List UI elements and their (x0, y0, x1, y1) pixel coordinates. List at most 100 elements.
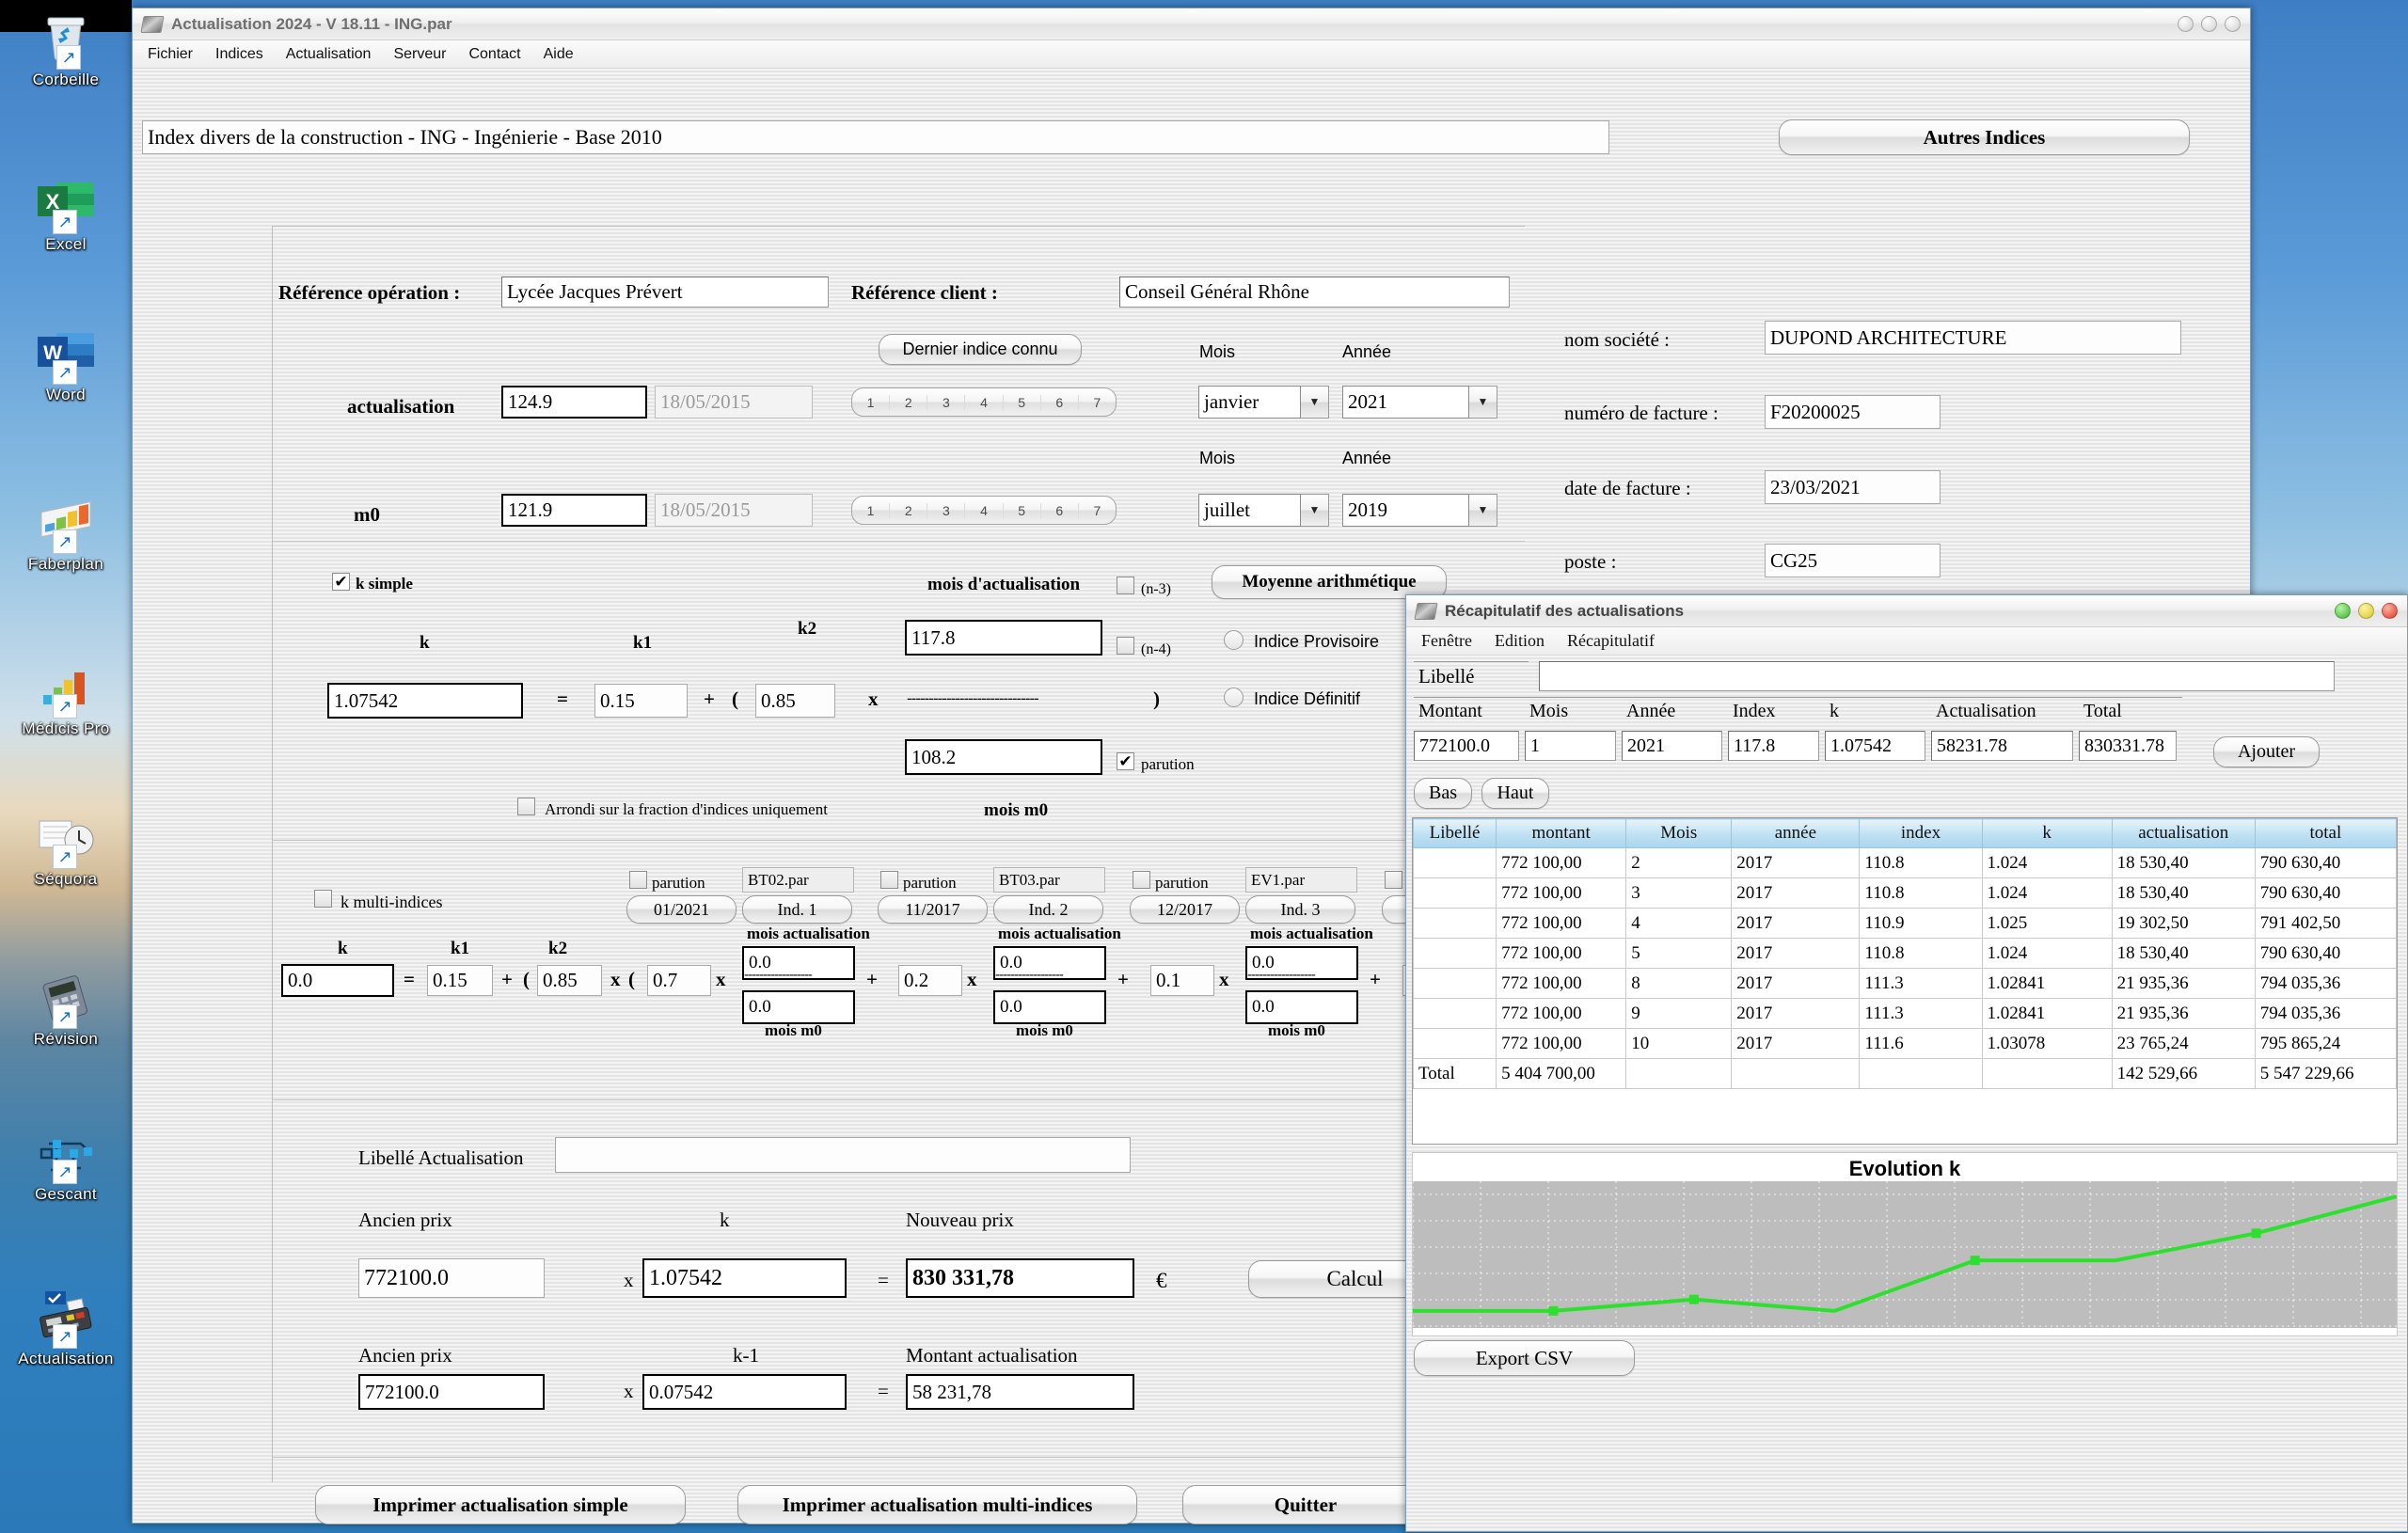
m0-mois-select[interactable]: juillet ▼ (1198, 494, 1329, 527)
period-button-3[interactable]: 12/2017 (1130, 895, 1240, 924)
arrondi-checkbox[interactable] (517, 798, 535, 815)
m0-spinner[interactable]: 1234567 (851, 496, 1117, 525)
period-button-2[interactable]: 11/2017 (878, 895, 988, 924)
main-menubar[interactable]: Fichier Indices Actualisation Serveur Contac… (133, 40, 2250, 69)
denominator-1[interactable]: 0.0 (742, 990, 855, 1024)
desktop-icon-excel[interactable]: X ↗ Excel (0, 174, 132, 254)
menu-item-fichier[interactable]: Fichier (148, 46, 193, 63)
table-header-total[interactable]: total (2254, 818, 2397, 848)
table-row[interactable]: 772 100,00 10 2017 111.6 1.03078 23 765,24 795… (1413, 1028, 2397, 1059)
quitter-button[interactable]: Quitter (1182, 1485, 1429, 1525)
libelle-actualisation-input[interactable] (555, 1137, 1131, 1173)
denominator-2[interactable]: 0.0 (993, 990, 1106, 1024)
k2-input[interactable]: 0.85 (755, 684, 835, 718)
index-denominator-input[interactable]: 108.2 (905, 739, 1102, 775)
k1-multi-input[interactable]: 0.15 (427, 965, 493, 996)
export-csv-button[interactable]: Export CSV (1414, 1340, 1635, 1376)
spinner-digit-5[interactable]: 5 (1004, 502, 1041, 518)
dernier-indice-button[interactable]: Dernier indice connu (879, 334, 1082, 365)
spinner-digit-2[interactable]: 2 (890, 502, 928, 518)
desktop-icon-actualisation[interactable]: ↗ Actualisation (0, 1288, 132, 1368)
k-multi-result-input[interactable]: 0.0 (281, 964, 394, 997)
table-row[interactable]: 772 100,00 3 2017 110.8 1.024 18 530,40 790 63… (1413, 877, 2397, 909)
table-header-libell[interactable]: Libellé (1413, 818, 1497, 848)
m0-annee-select[interactable]: 2019 ▼ (1342, 494, 1497, 527)
haut-button[interactable]: Haut (1481, 778, 1549, 809)
parution-checkbox-2[interactable] (880, 871, 898, 889)
table-header-mois[interactable]: Mois (1625, 818, 1733, 848)
ancien-prix-input-1[interactable]: 772100.0 (358, 1258, 545, 1298)
table-header-anne[interactable]: année (1731, 818, 1861, 848)
spinner-digit-7[interactable]: 7 (1079, 503, 1116, 518)
ref-client-input[interactable]: Conseil Général Rhône (1119, 277, 1510, 308)
date-facture-input[interactable]: 23/03/2021 (1765, 470, 1941, 504)
spinner-digit-5[interactable]: 5 (1004, 394, 1041, 410)
period-button-1[interactable]: 01/2021 (626, 895, 737, 924)
parution-checkbox-4[interactable] (1385, 871, 1402, 889)
numero-facture-input[interactable]: F20200025 (1765, 395, 1941, 429)
entry-value-3[interactable]: 117.8 (1728, 731, 1819, 761)
minimize-button[interactable] (2178, 16, 2194, 32)
indice-button-1[interactable]: Ind. 1 (742, 895, 852, 924)
k-simple-checkbox[interactable]: ✔ (332, 573, 350, 591)
menu-item-serveur[interactable]: Serveur (393, 46, 446, 63)
coefficient-2[interactable]: 0.2 (898, 965, 962, 996)
desktop-icon-s-quora[interactable]: ↗ Séquora (0, 809, 132, 889)
minimize-button[interactable] (2335, 603, 2351, 619)
entry-value-6[interactable]: 830331.78 (2079, 731, 2177, 761)
entry-value-0[interactable]: 772100.0 (1414, 731, 1519, 761)
table-header-montant[interactable]: montant (1496, 818, 1627, 848)
desktop-icon-r-vision[interactable]: ↗ Révision (0, 969, 132, 1049)
indice-button-3[interactable]: Ind. 3 (1245, 895, 1355, 924)
desktop-icon-corbeille[interactable]: ↗ Corbeille (0, 9, 132, 89)
k-multi-checkbox[interactable] (314, 890, 332, 908)
spinner-digit-4[interactable]: 4 (965, 502, 1004, 518)
desktop-icon-word[interactable]: W ↗ Word (0, 324, 132, 404)
close-button[interactable] (2382, 603, 2398, 619)
k1-input[interactable]: 0.15 (594, 684, 688, 718)
indice-provisoire-radio[interactable] (1224, 630, 1244, 650)
maximize-button[interactable] (2358, 603, 2374, 619)
desktop-icon-gescant[interactable]: ↗ Gescant (0, 1124, 132, 1204)
coefficient-3[interactable]: 0.1 (1150, 965, 1214, 996)
table-row[interactable]: 772 100,00 2 2017 110.8 1.024 18 530,40 790 63… (1413, 847, 2397, 878)
chevron-down-icon[interactable]: ▼ (1469, 494, 1497, 527)
menu-item-actualisation[interactable]: Actualisation (286, 46, 372, 63)
main-window-controls[interactable] (2178, 16, 2241, 32)
entry-value-4[interactable]: 1.07542 (1825, 731, 1925, 761)
table-row[interactable]: 772 100,00 8 2017 111.3 1.02841 21 935,36 794 … (1413, 968, 2397, 999)
chevron-down-icon[interactable]: ▼ (1301, 386, 1329, 419)
close-button[interactable] (2225, 16, 2241, 32)
parution-checkbox-3[interactable] (1133, 871, 1150, 889)
n3-checkbox[interactable] (1117, 577, 1134, 594)
parution-checkbox-1[interactable] (629, 871, 647, 889)
table-header-k[interactable]: k (1981, 818, 2113, 848)
n4-checkbox[interactable] (1117, 637, 1134, 655)
desktop-icon-faberplan[interactable]: ↗ Faberplan (0, 494, 132, 574)
spinner-digit-6[interactable]: 6 (1041, 394, 1079, 410)
recap-menubar[interactable]: Fenêtre Edition Récapitulatif (1406, 627, 2407, 656)
menu-item-aide[interactable]: Aide (544, 46, 574, 63)
actualisation-annee-select[interactable]: 2021 ▼ (1342, 386, 1497, 419)
k-input-result[interactable]: 1.07542 (642, 1258, 847, 1298)
table-row[interactable]: 772 100,00 5 2017 110.8 1.024 18 530,40 790 63… (1413, 938, 2397, 969)
recap-window-controls[interactable] (2335, 603, 2398, 619)
recap-menu-item-rcapitulatif[interactable]: Récapitulatif (1567, 631, 1655, 651)
imprimer-simple-button[interactable]: Imprimer actualisation simple (315, 1485, 686, 1525)
ancien-prix-input-2[interactable]: 772100.0 (358, 1374, 545, 1410)
spinner-digit-3[interactable]: 3 (927, 394, 966, 410)
bas-button[interactable]: Bas (1414, 778, 1472, 809)
spinner-digit-2[interactable]: 2 (890, 394, 928, 410)
desktop-icon-m-dicis-pro[interactable]: ↗ Médicis Pro (0, 658, 132, 738)
k2-multi-input[interactable]: 0.85 (537, 965, 602, 996)
chevron-down-icon[interactable]: ▼ (1301, 494, 1329, 527)
entry-value-5[interactable]: 58231.78 (1931, 731, 2073, 761)
actualisation-spinner[interactable]: 1234567 (851, 387, 1117, 417)
indice-button-2[interactable]: Ind. 2 (993, 895, 1103, 924)
coefficient-1[interactable]: 0.7 (647, 965, 711, 996)
recap-table-container[interactable]: Libellé montant Mois année index k actualisati… (1412, 817, 2398, 1145)
menu-item-indices[interactable]: Indices (215, 46, 263, 63)
spinner-digit-3[interactable]: 3 (927, 502, 966, 518)
actualisation-index-input[interactable]: 124.9 (501, 386, 647, 419)
ref-operation-input[interactable]: Lycée Jacques Prévert (501, 277, 829, 308)
